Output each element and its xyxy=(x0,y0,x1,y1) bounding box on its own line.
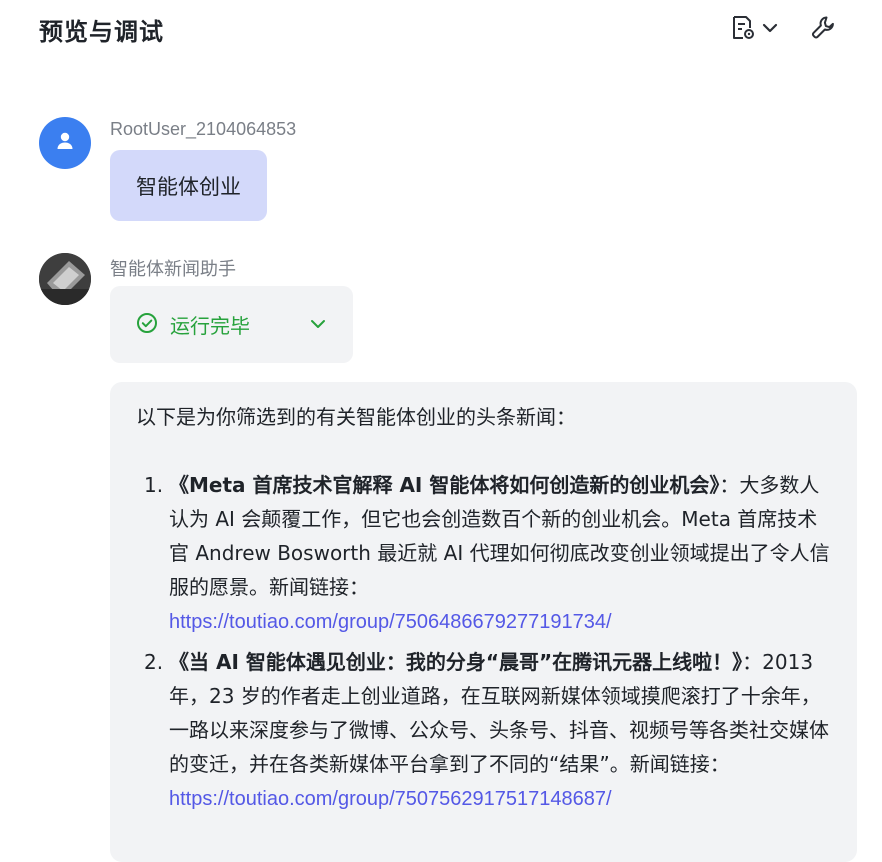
user-message-bubble: 智能体创业 xyxy=(110,150,267,221)
news-title: 《当 AI 智能体遇见创业：我的分身“晨哥”在腾讯元器上线啦！》 xyxy=(169,650,743,674)
person-icon xyxy=(54,130,76,156)
news-item-number: 2. xyxy=(144,650,164,674)
chevron-down-icon xyxy=(309,315,327,334)
check-circle-icon xyxy=(136,312,158,338)
bot-avatar xyxy=(39,253,91,305)
news-list: 1. 《Meta 首席技术官解释 AI 智能体将如何创造新的创业机会》：大多数人… xyxy=(136,468,831,816)
page-title: 预览与调试 xyxy=(39,18,164,46)
bot-name: 智能体新闻助手 xyxy=(110,259,236,279)
news-item-number: 1. xyxy=(144,473,164,497)
document-settings-button[interactable] xyxy=(730,12,778,44)
user-avatar xyxy=(39,117,91,169)
debug-tools-button[interactable] xyxy=(810,12,838,44)
run-status-text: 运行完毕 xyxy=(170,314,250,338)
news-link[interactable]: https://toutiao.com/group/75064866792771… xyxy=(169,611,612,633)
user-name: RootUser_2104064853 xyxy=(110,119,297,139)
news-item: 1. 《Meta 首席技术官解释 AI 智能体将如何创造新的创业机会》：大多数人… xyxy=(136,468,831,639)
bot-reply-bubble: 以下是为你筛选到的有关智能体创业的头条新闻： 1. 《Meta 首席技术官解释 … xyxy=(110,382,857,862)
run-status-toggle[interactable]: 运行完毕 xyxy=(110,286,353,363)
reply-intro: 以下是为你筛选到的有关智能体创业的头条新闻： xyxy=(136,405,576,429)
chevron-down-icon xyxy=(762,22,778,34)
news-item: 2. 《当 AI 智能体遇见创业：我的分身“晨哥”在腾讯元器上线啦！》：2013… xyxy=(136,645,831,816)
wrench-icon xyxy=(810,14,838,42)
news-title: 《Meta 首席技术官解释 AI 智能体将如何创造新的创业机会》 xyxy=(169,473,720,497)
document-settings-icon xyxy=(730,14,756,42)
news-link[interactable]: https://toutiao.com/group/75075629175171… xyxy=(169,788,612,810)
